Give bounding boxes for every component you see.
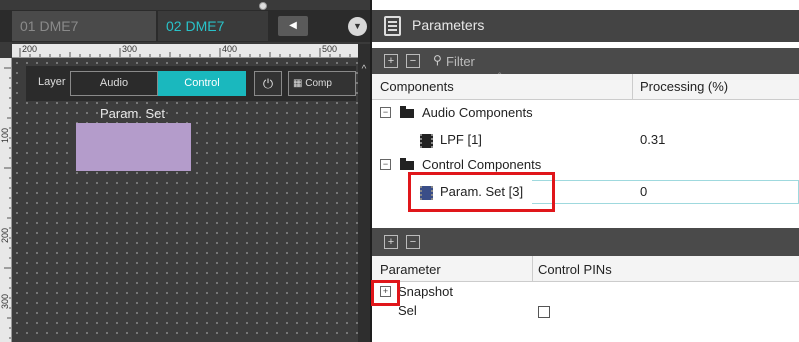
parameters-pane: Parameters + − ⚲ Components ˆ Processing… — [372, 0, 799, 342]
parameter-table-header: Parameter Control PINs — [372, 256, 799, 282]
param-set-block-label: Param. Set — [100, 106, 166, 121]
folder-icon — [400, 106, 414, 118]
sheet-tab-02-dme7[interactable]: 02 DME7 — [158, 11, 268, 41]
column-divider[interactable] — [632, 74, 633, 100]
layer-audio-button[interactable]: Audio — [70, 71, 158, 96]
expand-all-icon[interactable]: + — [384, 54, 398, 68]
processing-value: 0 — [640, 184, 648, 199]
layer-control-button[interactable]: Control — [158, 71, 246, 96]
control-pin-checkbox[interactable] — [538, 306, 550, 318]
parameters-title: Parameters — [412, 17, 485, 33]
highlight-box-snapshot-toggle — [371, 280, 400, 306]
parameter-label: Sel — [398, 303, 417, 318]
parameter-toolbar: + − — [372, 228, 799, 256]
ruler-label: 400 — [222, 44, 238, 54]
collapse-all-icon[interactable]: − — [406, 235, 420, 249]
collapse-toggle-icon[interactable]: − — [380, 159, 391, 170]
tree-row-sel[interactable]: Sel — [372, 302, 799, 326]
processing-value: 0.31 — [640, 132, 666, 147]
layer-toolbar: Layer Audio Control ⏻ ▦ Comp — [26, 66, 356, 101]
folder-icon — [400, 158, 414, 170]
tree-row-label: LPF [1] — [440, 132, 482, 147]
ruler-ticks — [19, 48, 351, 57]
components-button-label: Comp — [305, 78, 332, 89]
sheet-tab-01-dme7[interactable]: 01 DME7 — [12, 11, 156, 41]
component-chip-icon — [420, 134, 433, 148]
tree-row-audio-components[interactable]: − Audio Components — [372, 102, 799, 126]
column-header-processing[interactable]: Processing (%) — [640, 79, 728, 94]
ruler-label: 200 — [0, 228, 10, 244]
collapse-all-icon[interactable]: − — [406, 54, 420, 68]
column-header-components[interactable]: Components — [380, 79, 454, 94]
tab-list-menu-button[interactable]: ▼ — [348, 17, 367, 36]
chevron-up-icon[interactable]: ^ — [358, 64, 370, 76]
grid-icon: ▦ — [293, 78, 303, 89]
ruler-label: 200 — [22, 44, 38, 54]
param-set-block[interactable] — [76, 123, 191, 171]
vertical-ruler: 100 200 300 — [0, 58, 12, 342]
tab-scroll-left-button[interactable]: ◀ — [278, 16, 308, 36]
column-header-parameter[interactable]: Parameter — [380, 262, 441, 277]
ruler-label: 300 — [0, 294, 10, 310]
components-table-header: Components ˆ Processing (%) — [372, 72, 799, 100]
ruler-label: 500 — [322, 44, 338, 54]
plug-icon[interactable]: ⏻ — [254, 71, 282, 96]
filter-input[interactable] — [428, 51, 794, 71]
horizontal-ruler: 200 300 400 500 — [12, 44, 358, 58]
list-icon — [384, 16, 401, 36]
parameter-label: Snapshot — [398, 284, 453, 299]
search-icon: ⚲ — [433, 53, 442, 67]
ruler-label: 300 — [122, 44, 138, 54]
tree-row-lpf[interactable]: LPF [1] 0.31 — [372, 129, 799, 153]
tree-row-label: Control Components — [422, 157, 542, 172]
column-header-control-pins[interactable]: Control PINs — [538, 262, 612, 277]
collapse-toggle-icon[interactable]: − — [380, 107, 391, 118]
ruler-label: 100 — [0, 128, 10, 144]
canvas-vertical-scrollbar[interactable]: ^ — [358, 44, 370, 342]
column-divider[interactable] — [532, 256, 533, 282]
sheet-tab-bar: 01 DME7 02 DME7 ◀ ▼ — [0, 10, 370, 42]
splitter-handle[interactable] — [259, 2, 267, 10]
layer-label: Layer — [38, 76, 66, 88]
components-button[interactable]: ▦ Comp — [288, 71, 356, 96]
tree-row-label: Audio Components — [422, 105, 533, 120]
sort-caret-icon: ˆ — [498, 72, 502, 83]
design-sheet-pane: 01 DME7 02 DME7 ◀ ▼ 200 300 400 500 100 — [0, 0, 370, 342]
parameters-header: Parameters — [372, 10, 799, 42]
expand-all-icon[interactable]: + — [384, 235, 398, 249]
highlight-box-param-set — [408, 172, 555, 212]
filter-toolbar: + − ⚲ — [372, 48, 799, 74]
